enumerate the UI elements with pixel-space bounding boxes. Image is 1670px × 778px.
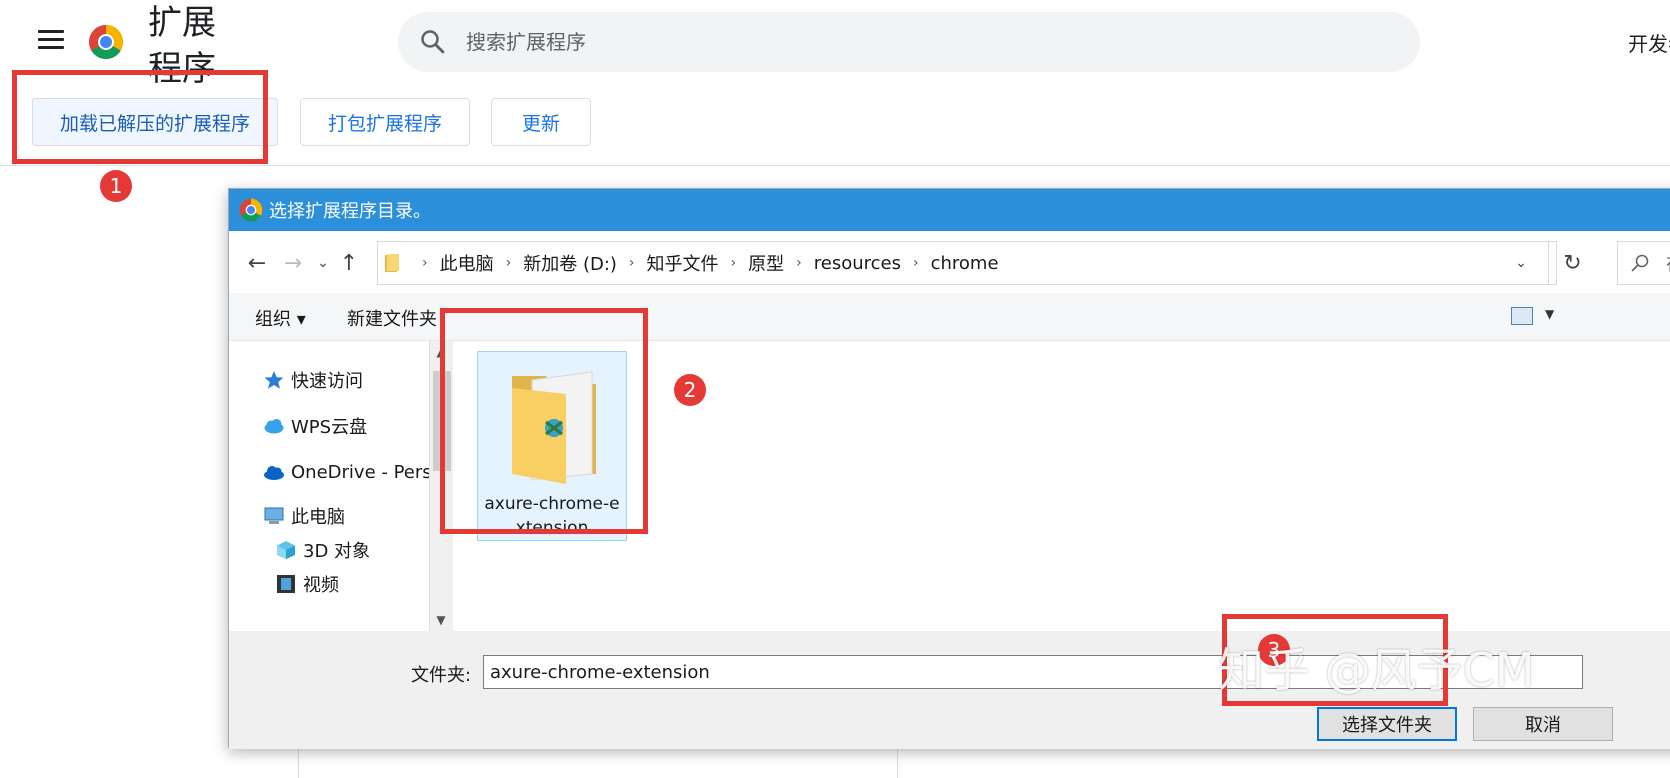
navigation-pane: 快速访问 WPS云盘 OneDrive - Perso 此电脑 3D 对象 视频 [229,341,443,631]
address-dropdown-chevron-icon[interactable]: ⌄ [1506,242,1536,284]
breadcrumb-separator-icon[interactable]: › [913,255,919,271]
nav-item-label: WPS云盘 [291,417,368,438]
dialog-search-input[interactable] [1666,250,1670,278]
annotation-badge-2: 2 [674,374,706,406]
dialog-title: 选择扩展程序目录。 [269,201,431,222]
nav-item-label: 快速访问 [291,371,363,392]
refresh-icon[interactable]: ↻ [1548,241,1596,285]
video-icon [277,575,295,593]
breadcrumb-separator-icon: › [422,255,428,271]
breadcrumb-item-resources[interactable]: resources [814,253,901,274]
extensions-search-input[interactable] [466,24,1366,60]
folder-icon [385,254,399,272]
cube-icon [277,541,295,559]
breadcrumb-item-zhihu-files[interactable]: 知乎文件 [647,250,719,276]
extensions-search-box[interactable] [398,12,1420,72]
computer-icon [264,507,284,524]
breadcrumb: › 此电脑 › 新加卷 (D:) › 知乎文件 › 原型 › resources… [410,242,999,284]
onedrive-icon [264,466,284,480]
watermark: 知乎 @风予CM [1218,643,1535,697]
view-options-icon[interactable] [1511,307,1533,325]
extensions-page: 扩展程序 开发者模式 加载已解压的扩展程序 打包扩展程序 更新 选择扩展程序目录… [0,0,1670,778]
dialog-titlebar[interactable]: 选择扩展程序目录。 [229,189,1670,231]
annotation-box-1 [12,70,268,164]
forward-arrow-icon[interactable]: → [279,249,307,277]
new-folder-button[interactable]: 新建文件夹 [347,305,437,331]
annotation-badge-1: 1 [100,170,132,202]
organize-menu-button[interactable]: 组织 ▾ [255,305,306,331]
pack-extension-button[interactable]: 打包扩展程序 [300,98,470,146]
hamburger-menu-icon[interactable] [38,30,64,50]
breadcrumb-separator-icon[interactable]: › [506,255,512,271]
search-icon [1631,254,1649,272]
update-button[interactable]: 更新 [491,98,591,146]
address-bar[interactable]: › 此电脑 › 新加卷 (D:) › 知乎文件 › 原型 › resources… [377,241,1582,285]
folder-field-label: 文件夹: [411,665,472,686]
chrome-logo-icon [89,25,123,59]
cancel-button[interactable]: 取消 [1473,707,1613,741]
up-arrow-icon[interactable]: ↑ [335,249,363,277]
annotation-box-2 [440,308,648,534]
breadcrumb-item-prototype[interactable]: 原型 [748,250,784,276]
view-options-caret-icon[interactable]: ▼ [1545,307,1554,321]
back-arrow-icon[interactable]: ← [243,249,271,277]
developer-mode-label: 开发者模式 [1628,32,1670,56]
star-icon [264,371,284,389]
breadcrumb-separator-icon[interactable]: › [731,255,737,271]
nav-item-label: OneDrive - Perso [291,461,443,483]
search-icon [421,30,445,54]
cloud-icon [264,419,284,434]
breadcrumb-separator-icon[interactable]: › [796,255,802,271]
breadcrumb-item-this-pc[interactable]: 此电脑 [440,250,494,276]
nav-item-label: 视频 [303,575,339,596]
dialog-search-box[interactable] [1617,241,1670,285]
breadcrumb-separator-icon[interactable]: › [629,255,635,271]
select-folder-button[interactable]: 选择文件夹 [1317,707,1457,741]
recent-locations-chevron-icon[interactable]: ⌄ [309,249,337,277]
breadcrumb-item-drive-d[interactable]: 新加卷 (D:) [523,250,617,276]
nav-item-label: 3D 对象 [303,541,371,562]
breadcrumb-item-chrome[interactable]: chrome [931,253,999,274]
scroll-down-arrow-icon[interactable]: ▼ [430,609,452,631]
chrome-logo-icon [239,198,263,222]
nav-item-label: 此电脑 [291,507,345,528]
address-row: ← → ⌄ ↑ › 此电脑 › 新加卷 (D:) › 知乎文件 › 原型 › r… [229,231,1670,293]
